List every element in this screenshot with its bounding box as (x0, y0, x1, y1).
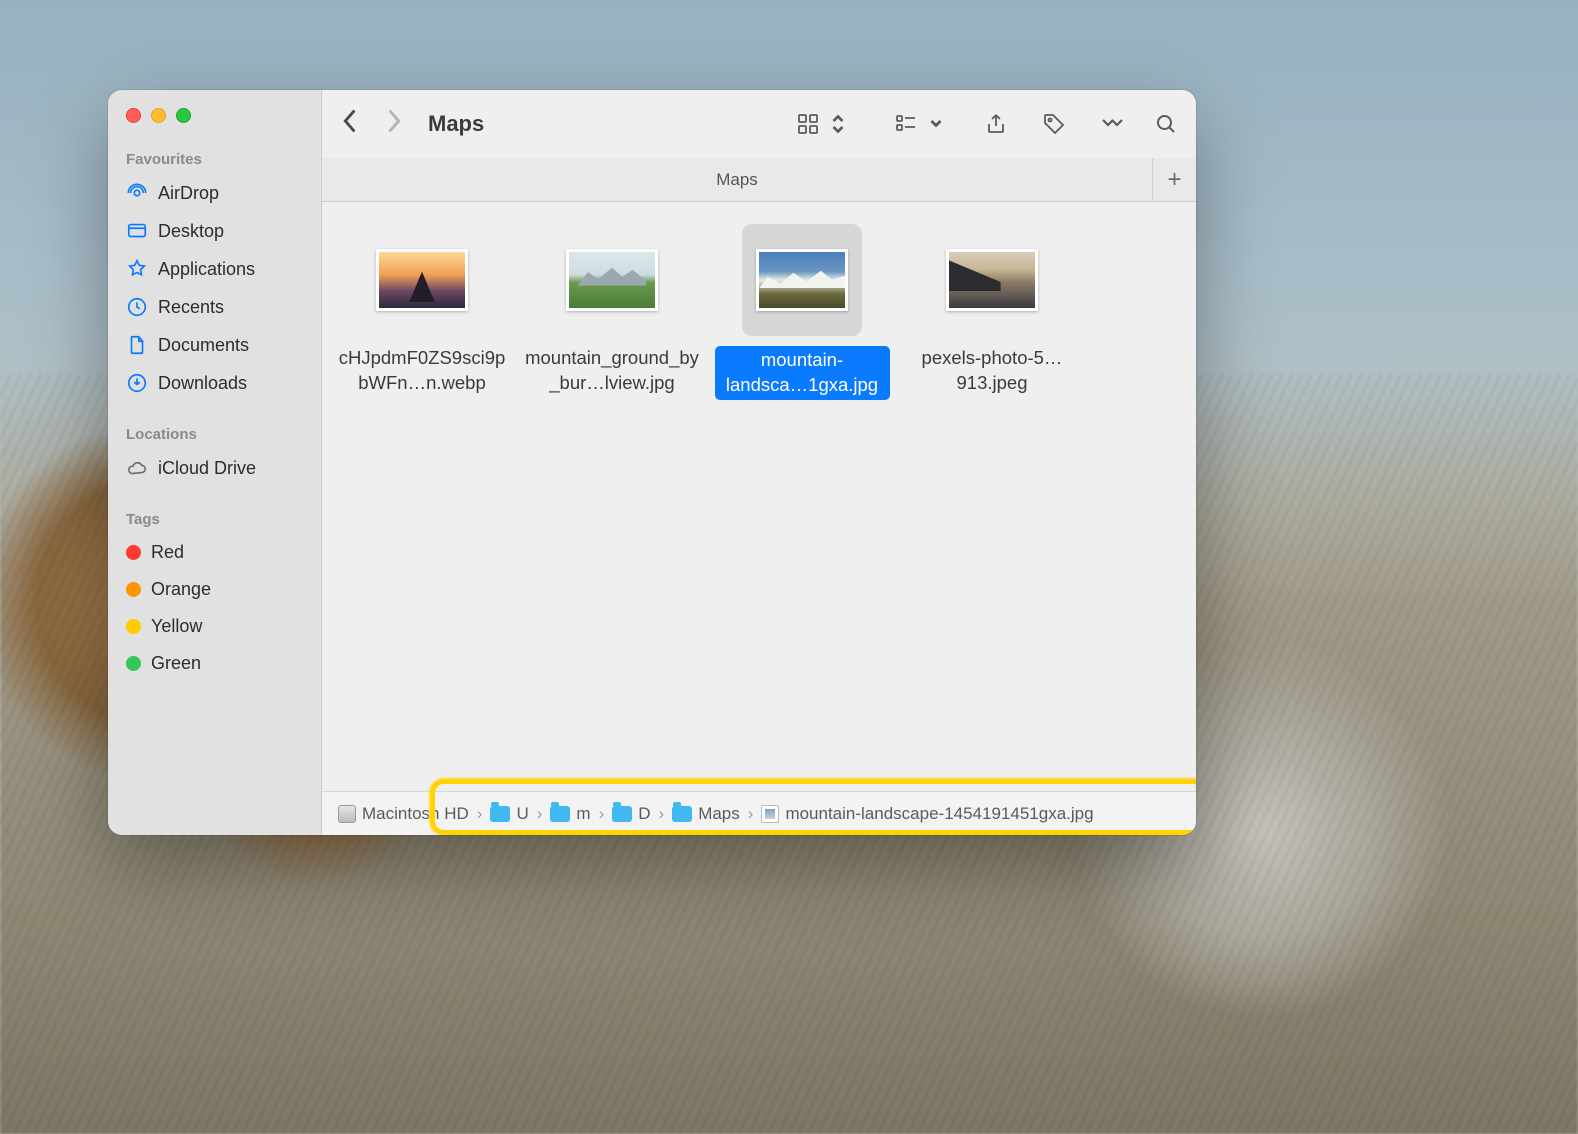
path-segment-label: Macintosh HD (362, 804, 469, 824)
group-by-button[interactable] (894, 112, 948, 136)
airdrop-icon (126, 182, 148, 204)
sidebar-item-label: Recents (158, 297, 224, 318)
sidebar-item-label: Orange (151, 579, 211, 600)
file-thumbnail (932, 224, 1052, 336)
sidebar-item-icloud[interactable]: iCloud Drive (108, 449, 321, 487)
file-item[interactable]: pexels-photo-5…913.jpeg (902, 224, 1082, 396)
sidebar-item-label: Yellow (151, 616, 202, 637)
file-grid: cHJpdmF0ZS9sci9pbWFn…n.webp mountain_gro… (322, 202, 1196, 835)
path-segment-folder[interactable]: m (550, 804, 590, 824)
finder-window: Favourites AirDrop Desktop Applications … (108, 90, 1196, 835)
more-button[interactable] (1100, 112, 1124, 136)
path-segment-label: mountain-landscape-1454191451gxa.jpg (785, 804, 1093, 824)
tag-dot-icon (126, 656, 141, 671)
minimize-window-button[interactable] (151, 108, 166, 123)
chevron-right-icon: › (477, 804, 483, 824)
file-item[interactable]: cHJpdmF0ZS9sci9pbWFn…n.webp (332, 224, 512, 396)
downloads-icon (126, 372, 148, 394)
chevron-right-icon: › (537, 804, 543, 824)
path-segment-label: D (638, 804, 650, 824)
sidebar-item-label: iCloud Drive (158, 458, 256, 479)
sidebar-item-label: AirDrop (158, 183, 219, 204)
sidebar-tag-yellow[interactable]: Yellow (108, 608, 321, 645)
sidebar-section-locations: Locations (108, 418, 321, 449)
sidebar-item-label: Desktop (158, 221, 224, 242)
file-name-label: mountain-landsca…1gxa.jpg (715, 346, 890, 400)
chevron-right-icon: › (599, 804, 605, 824)
icloud-icon (126, 457, 148, 479)
path-segment-disk[interactable]: Macintosh HD (338, 804, 469, 824)
sidebar-item-label: Green (151, 653, 201, 674)
sidebar-item-airdrop[interactable]: AirDrop (108, 174, 321, 212)
folder-icon (672, 806, 692, 822)
path-segment-folder[interactable]: U (490, 804, 528, 824)
new-tab-button[interactable]: + (1152, 158, 1196, 201)
desktop-icon (126, 220, 148, 242)
sidebar-item-documents[interactable]: Documents (108, 326, 321, 364)
tags-button[interactable] (1042, 112, 1066, 136)
file-item-selected[interactable]: mountain-landsca…1gxa.jpg (712, 224, 892, 400)
chevron-right-icon: › (748, 804, 754, 824)
path-segment-label: U (516, 804, 528, 824)
sidebar-section-tags: Tags (108, 503, 321, 534)
share-button[interactable] (984, 112, 1008, 136)
sidebar-item-label: Applications (158, 259, 255, 280)
tag-dot-icon (126, 545, 141, 560)
sidebar-item-label: Documents (158, 335, 249, 356)
sidebar-tag-orange[interactable]: Orange (108, 571, 321, 608)
tab-maps[interactable]: Maps (322, 158, 1152, 201)
file-thumbnail (552, 224, 672, 336)
view-mode-button[interactable] (796, 112, 850, 136)
path-segment-folder[interactable]: Maps (672, 804, 740, 824)
tag-dot-icon (126, 582, 141, 597)
tab-bar: Maps + (322, 158, 1196, 202)
documents-icon (126, 334, 148, 356)
zoom-window-button[interactable] (176, 108, 191, 123)
sidebar-section-favourites: Favourites (108, 143, 321, 174)
applications-icon (126, 258, 148, 280)
sidebar-item-applications[interactable]: Applications (108, 250, 321, 288)
file-name-label: cHJpdmF0ZS9sci9pbWFn…n.webp (335, 346, 510, 396)
file-name-label: pexels-photo-5…913.jpeg (905, 346, 1080, 396)
file-thumbnail (362, 224, 482, 336)
back-button[interactable] (342, 108, 359, 139)
nav-buttons (342, 108, 402, 139)
file-name-label: mountain_ground_by_bur…lview.jpg (525, 346, 700, 396)
file-thumbnail (742, 224, 862, 336)
window-title: Maps (428, 111, 484, 137)
main-pane: Maps (322, 90, 1196, 835)
chevron-updown-icon (826, 112, 850, 136)
sidebar-tag-green[interactable]: Green (108, 645, 321, 682)
path-segment-label: m (576, 804, 590, 824)
folder-icon (490, 806, 510, 822)
tab-label: Maps (716, 170, 758, 190)
sidebar: Favourites AirDrop Desktop Applications … (108, 90, 322, 835)
forward-button[interactable] (385, 108, 402, 139)
window-controls (108, 104, 321, 143)
close-window-button[interactable] (126, 108, 141, 123)
tag-dot-icon (126, 619, 141, 634)
recents-icon (126, 296, 148, 318)
chevron-right-icon: › (659, 804, 665, 824)
folder-icon (550, 806, 570, 822)
search-button[interactable] (1154, 112, 1178, 136)
sidebar-item-desktop[interactable]: Desktop (108, 212, 321, 250)
chevron-down-icon (924, 112, 948, 136)
toolbar: Maps (322, 90, 1196, 158)
folder-icon (612, 806, 632, 822)
sidebar-item-recents[interactable]: Recents (108, 288, 321, 326)
path-segment-folder[interactable]: D (612, 804, 650, 824)
sidebar-item-label: Downloads (158, 373, 247, 394)
image-file-icon (761, 805, 779, 823)
path-segment-label: Maps (698, 804, 740, 824)
disk-icon (338, 805, 356, 823)
sidebar-item-downloads[interactable]: Downloads (108, 364, 321, 402)
path-segment-file[interactable]: mountain-landscape-1454191451gxa.jpg (761, 804, 1093, 824)
sidebar-item-label: Red (151, 542, 184, 563)
file-item[interactable]: mountain_ground_by_bur…lview.jpg (522, 224, 702, 396)
path-bar[interactable]: Macintosh HD › U › m › D › Maps › mounta… (322, 791, 1196, 835)
sidebar-tag-red[interactable]: Red (108, 534, 321, 571)
